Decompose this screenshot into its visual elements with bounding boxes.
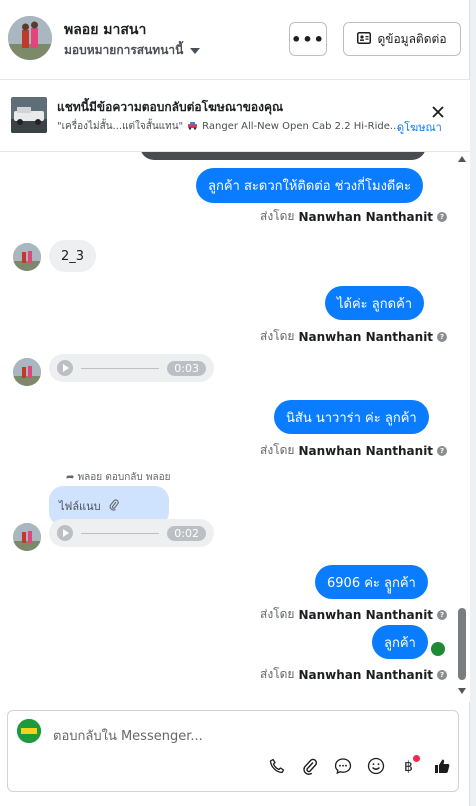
help-icon[interactable]: ? — [437, 211, 448, 222]
contact-card-icon — [357, 31, 372, 47]
help-icon[interactable]: ? — [437, 609, 448, 620]
sent-by-label: ส่งโดย Nanwhan Nanthanit ? — [260, 441, 448, 460]
emoji-icon[interactable] — [365, 755, 387, 777]
contact-avatar[interactable] — [8, 16, 52, 60]
sender-name: Nanwhan Nanthanit — [298, 209, 434, 224]
caret-down-icon — [190, 47, 201, 54]
play-icon[interactable] — [57, 360, 73, 376]
sender-name: Nanwhan Nanthanit — [298, 667, 434, 682]
attachment-label: ไฟล์แนบ — [59, 500, 101, 513]
more-options-button[interactable]: ••• — [289, 22, 327, 56]
thumbs-up-icon[interactable] — [431, 755, 453, 777]
banner-title: แชทนี้มีข้อความตอบกลับต่อโฆษณาของคุณ — [57, 100, 284, 114]
svg-text:฿: ฿ — [404, 759, 413, 775]
sent-by-label: ส่งโดย Nanwhan Nanthanit ? — [260, 605, 448, 624]
scroll-down-arrow-icon[interactable] — [458, 688, 466, 694]
message-bubble-incoming[interactable]: 2_3 — [49, 240, 97, 272]
message-bubble-outgoing[interactable]: ลูกค้า — [372, 625, 428, 659]
notification-dot — [413, 755, 420, 762]
reply-arrow-icon: ➦ — [66, 472, 75, 483]
reply-input[interactable]: ตอบกลับใน Messenger... — [53, 725, 203, 746]
sent-by-label: ส่งโดย Nanwhan Nanthanit ? — [260, 327, 448, 346]
sent-by-label: ส่งโดย Nanwhan Nanthanit ? — [260, 665, 448, 684]
audio-progress[interactable] — [81, 367, 160, 369]
baht-icon[interactable]: ฿ — [398, 755, 420, 777]
more-icon: ••• — [291, 29, 325, 49]
view-contact-label: ดูข้อมูลติดต่อ — [377, 31, 447, 46]
message-composer[interactable]: ตอบกลับใน Messenger... ฿ — [7, 710, 459, 792]
contact-avatar-small[interactable] — [13, 523, 41, 551]
paperclip-icon — [109, 498, 119, 514]
audio-progress[interactable] — [81, 532, 160, 534]
car-icon — [187, 121, 198, 133]
voice-message[interactable]: 0:03 — [49, 354, 214, 382]
audio-duration: 0:02 — [167, 525, 206, 541]
sender-name: Nanwhan Nanthanit — [298, 443, 434, 458]
close-icon[interactable] — [430, 104, 446, 120]
message-bubble-outgoing[interactable]: นิสัน นาวาร่า ค่ะ ลูกค้า — [274, 400, 429, 434]
ad-thumbnail[interactable] — [11, 97, 47, 133]
paperclip-icon[interactable] — [299, 755, 321, 777]
message-thread[interactable]: ลูกค้า สะดวกให้ติดต่อ ช่วงกี่โมงดีคะ ส่ง… — [0, 152, 470, 702]
sent-prefix: ส่งโดย — [260, 667, 295, 681]
ad-summary: "เครื่องไม่สั้น...แต่ใจสั้นแทน" Ranger A… — [57, 119, 399, 134]
message-bubble-outgoing[interactable]: ลูกค้า สะดวกให้ติดต่อ ช่วงกี่โมงดีคะ — [196, 168, 424, 203]
audio-duration: 0:03 — [167, 360, 206, 376]
scrollbar-thumb[interactable] — [458, 608, 466, 680]
composer-toolbar: ฿ — [266, 755, 453, 777]
help-icon[interactable]: ? — [437, 669, 448, 680]
chat-bubble-icon[interactable] — [332, 755, 354, 777]
sender-name: Nanwhan Nanthanit — [298, 607, 434, 622]
view-contact-button[interactable]: ดูข้อมูลติดต่อ — [343, 22, 461, 56]
play-icon[interactable] — [57, 525, 73, 541]
message-bubble-outgoing[interactable]: 6906 ค่ะ ลููกค้า — [315, 565, 428, 599]
ad-caption: "เครื่องไม่สั้น...แต่ใจสั้นแทน" — [57, 121, 184, 132]
sent-prefix: ส่งโดย — [260, 329, 295, 343]
scroll-up-arrow-icon[interactable] — [458, 156, 466, 162]
read-receipt-avatar — [431, 642, 445, 656]
sent-prefix: ส่งโดย — [260, 607, 295, 621]
assign-label: มอบหมายการสนทนานี้ — [64, 43, 184, 57]
voice-message[interactable]: 0:02 — [49, 519, 214, 547]
sent-prefix: ส่งโดย — [260, 443, 295, 457]
ad-reply-banner: แชทนี้มีข้อความตอบกลับต่อโฆษณาของคุณ "เค… — [0, 80, 470, 152]
assign-conversation-dropdown[interactable]: มอบหมายการสนทนานี้ — [64, 41, 201, 60]
reply-note-text: พลอย ตอบกลับ พลอย — [77, 472, 171, 483]
messenger-panel: พลอย มาสนา มอบหมายการสนทนานี้ ••• ดูข้อม… — [0, 0, 470, 806]
sent-prefix: ส่งโดย — [260, 209, 295, 223]
conversation-header: พลอย มาสนา มอบหมายการสนทนานี้ ••• ดูข้อม… — [0, 0, 470, 80]
image-attachment[interactable] — [140, 152, 426, 160]
message-bubble-outgoing[interactable]: ได้ค่ะ ลูกดค้า — [325, 286, 425, 320]
page-avatar — [17, 719, 41, 743]
reply-context: ➦ พลอย ตอบกลับ พลอย — [66, 470, 170, 485]
sent-by-label: ส่งโดย Nanwhan Nanthanit ? — [260, 207, 448, 226]
help-icon[interactable]: ? — [437, 445, 448, 456]
phone-icon[interactable] — [266, 755, 288, 777]
contact-avatar-small[interactable] — [13, 358, 41, 386]
view-ad-link[interactable]: ดูโฆษณา — [397, 118, 442, 136]
ad-model: Ranger All-New Open Cab 2.2 Hi-Ride... — [202, 121, 400, 132]
help-icon[interactable]: ? — [437, 331, 448, 342]
sender-name: Nanwhan Nanthanit — [298, 329, 434, 344]
contact-avatar-small[interactable] — [13, 243, 41, 271]
contact-name[interactable]: พลอย มาสนา — [64, 19, 146, 41]
